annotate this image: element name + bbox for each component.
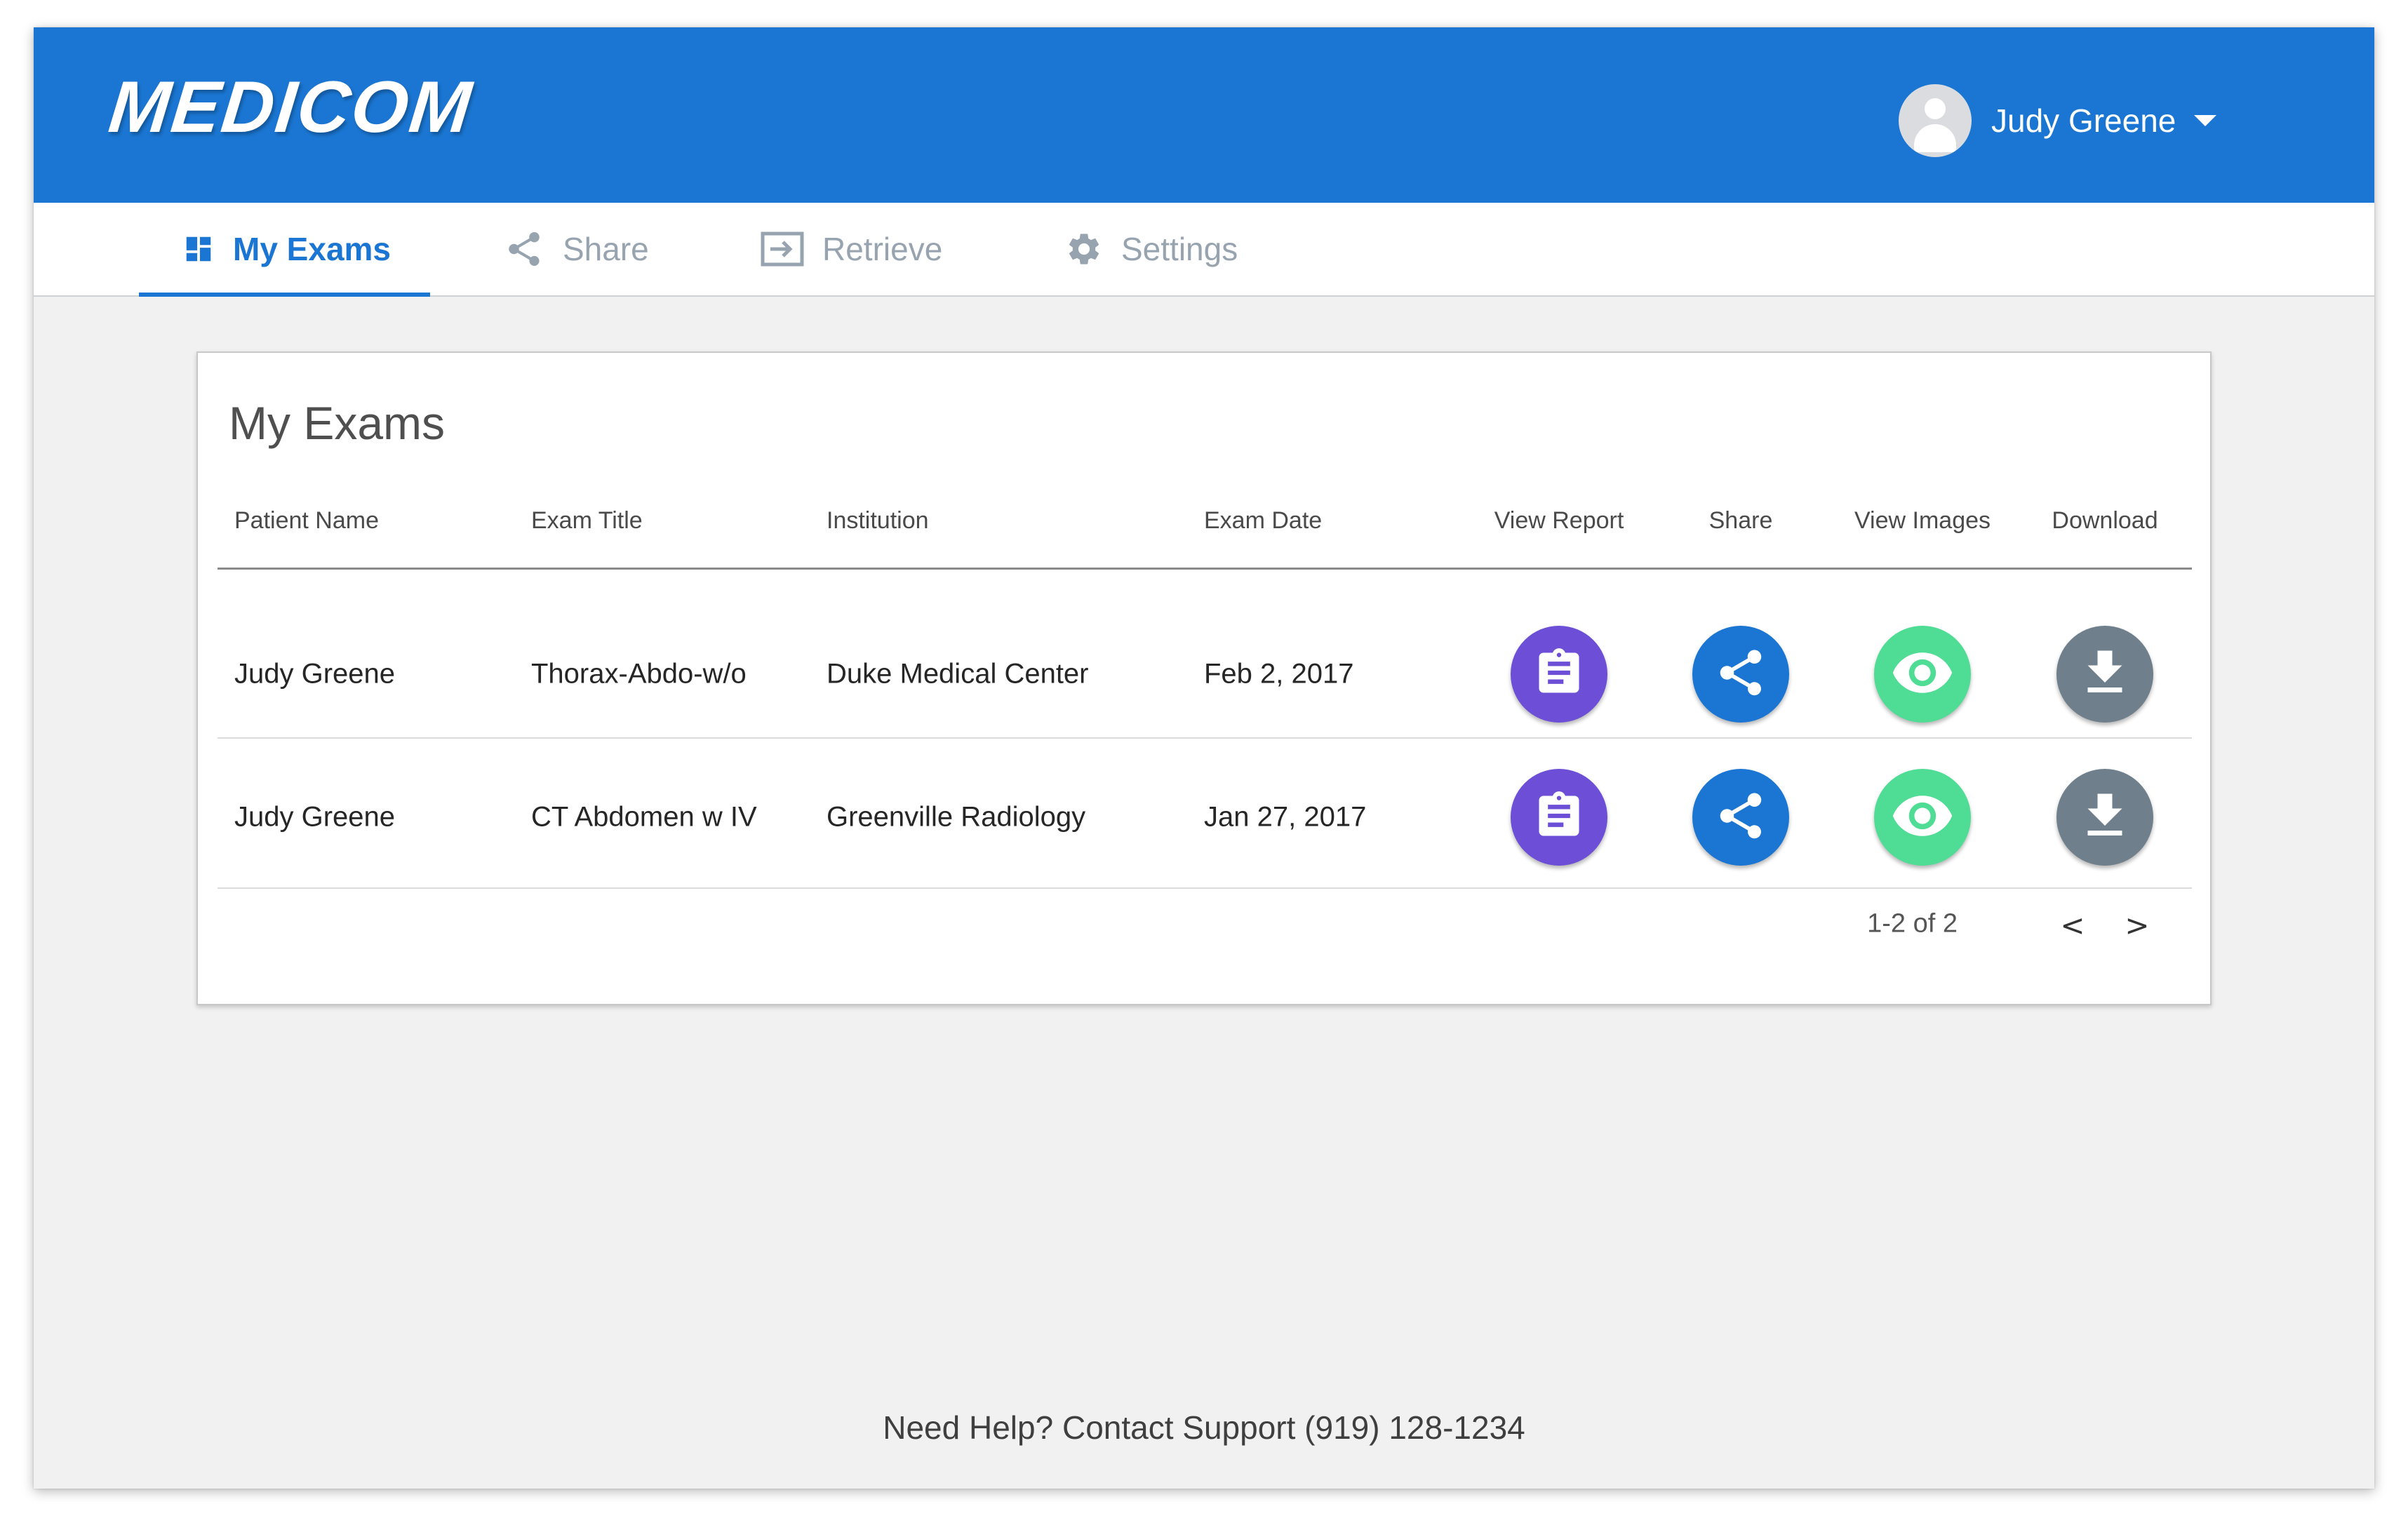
cell-institution: Duke Medical Center [827,658,1089,690]
card-title: My Exams [229,397,446,449]
eye-icon [1890,784,1955,852]
cell-patient-name: Judy Greene [234,801,396,833]
previous-page-button[interactable]: < [2060,908,2085,943]
cell-exam-date: Jan 27, 2017 [1204,801,1367,833]
exams-card: My Exams Patient Name Exam Title Institu… [196,351,2212,1005]
view-report-button[interactable] [1511,769,1607,866]
column-header-view-report: View Report [1494,507,1624,534]
view-images-button[interactable] [1874,626,1971,723]
row-divider [218,887,2192,889]
app-window: MEDICOM Judy Greene My Exams Share Retri… [34,27,2374,1489]
column-header-patient-name: Patient Name [234,507,379,534]
login-arrow-icon [761,231,804,267]
view-report-button[interactable] [1511,626,1607,723]
column-header-view-images: View Images [1854,507,1991,534]
cell-exam-date: Feb 2, 2017 [1204,658,1354,690]
share-button[interactable] [1692,626,1789,723]
share-icon [504,229,544,269]
tab-label: Retrieve [822,231,943,267]
download-button[interactable] [2056,626,2153,723]
clipboard-icon [1532,646,1586,703]
column-header-exam-date: Exam Date [1204,507,1323,534]
pagination-range: 1-2 of 2 [1867,908,1958,939]
dashboard-icon [182,233,215,265]
column-header-share: Share [1708,507,1773,534]
column-header-exam-title: Exam Title [531,507,643,534]
tab-label: Share [563,231,649,267]
avatar-icon [1899,84,1972,157]
clipboard-icon [1532,789,1586,846]
share-icon [1713,645,1768,704]
cell-institution: Greenville Radiology [827,801,1086,833]
caret-down-icon [2194,115,2217,126]
share-icon [1713,789,1768,847]
column-header-download: Download [2052,507,2158,534]
column-header-institution: Institution [827,507,929,534]
tab-label: Settings [1121,231,1238,267]
tab-retrieve[interactable]: Retrieve [761,203,942,295]
row-divider [218,737,2192,739]
tab-my-exams[interactable]: My Exams [138,203,431,297]
cell-exam-title: Thorax-Abdo-w/o [531,658,747,690]
user-menu[interactable]: Judy Greene [1899,82,2217,159]
app-header: MEDICOM Judy Greene [34,27,2374,203]
download-icon [2075,786,2134,849]
gear-icon [1065,230,1103,268]
cell-patient-name: Judy Greene [234,658,396,690]
view-images-button[interactable] [1874,769,1971,866]
tab-label: My Exams [233,231,392,267]
support-footer: Need Help? Contact Support (919) 128-123… [883,1409,1525,1446]
download-button[interactable] [2056,769,2153,866]
tab-settings[interactable]: Settings [1065,203,1238,295]
tab-share[interactable]: Share [504,203,649,295]
medicom-logo[interactable]: MEDICOM [105,67,476,148]
next-page-button[interactable]: > [2125,908,2149,943]
download-icon [2075,643,2134,706]
share-button[interactable] [1692,769,1789,866]
user-name: Judy Greene [1991,102,2176,139]
header-divider [218,568,2192,570]
eye-icon [1890,640,1955,709]
main-nav: My Exams Share Retrieve Settings [34,203,2374,297]
cell-exam-title: CT Abdomen w IV [531,801,757,833]
